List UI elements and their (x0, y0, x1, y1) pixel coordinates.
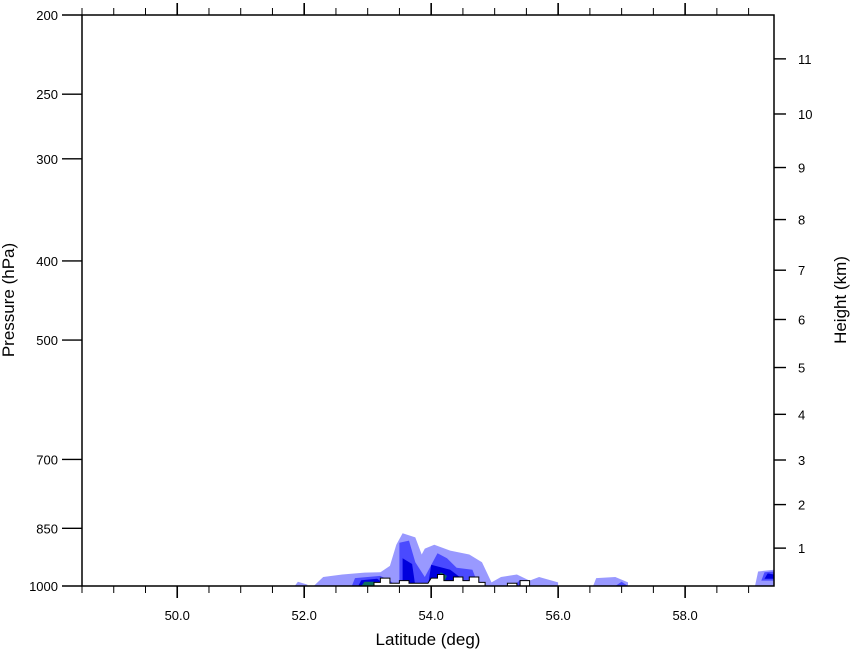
y-tick-label-right: 6 (798, 312, 805, 327)
y-axis-title-right: Height (km) (831, 256, 850, 344)
y-tick-label-right: 1 (798, 541, 805, 556)
x-tick-label: 54.0 (419, 608, 444, 623)
x-tick-label: 50.0 (165, 608, 190, 623)
y-tick-label-left: 700 (36, 452, 58, 467)
x-tick-label: 58.0 (672, 608, 697, 623)
y-tick-label-right: 3 (798, 453, 805, 468)
y-tick-label-right: 5 (798, 361, 805, 376)
y-tick-label-left: 400 (36, 254, 58, 269)
y-tick-label-left: 300 (36, 152, 58, 167)
plot-frame (81, 14, 775, 587)
axis-ticks (62, 3, 786, 598)
x-tick-label: 52.0 (292, 608, 317, 623)
y-tick-label-left: 850 (36, 521, 58, 536)
x-tick-label: 56.0 (545, 608, 570, 623)
y-tick-label-right: 4 (798, 407, 805, 422)
y-tick-label-right: 2 (798, 498, 805, 513)
y-tick-label-left: 200 (36, 8, 58, 23)
y-tick-label-right: 9 (798, 161, 805, 176)
y-tick-label-right: 11 (798, 52, 812, 67)
y-tick-label-left: 250 (36, 87, 58, 102)
y-tick-label-right: 7 (798, 263, 805, 278)
x-axis-title: Latitude (deg) (376, 630, 481, 649)
tick-labels: 50.0 52.0 54.0 56.0 58.020025030040050070085… (29, 8, 812, 623)
y-tick-label-left: 1000 (29, 579, 58, 594)
y-tick-label-right: 10 (798, 107, 812, 122)
y-tick-label-right: 8 (798, 213, 805, 228)
contour-fill-layer (294, 533, 774, 586)
cross-section-chart: 50.0 52.0 54.0 56.0 58.020025030040050070085… (0, 3, 850, 649)
y-axis-title-left: Pressure (hPa) (0, 243, 18, 357)
y-tick-label-left: 500 (36, 333, 58, 348)
